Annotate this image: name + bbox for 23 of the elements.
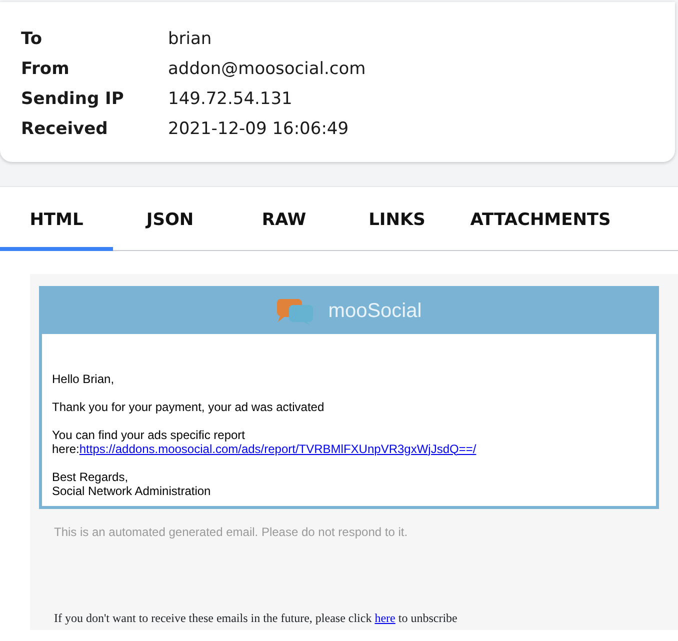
tab[interactable]: JSON	[113, 198, 227, 250]
greeting-text: Hello Brian,	[52, 372, 116, 386]
report-link[interactable]: https://addons.moosocial.com/ads/report/TVRBMlFXUnpVR3gxWjJsdQ==/	[79, 442, 476, 456]
closing-text: Best Regards, Social Network Administration	[52, 470, 212, 498]
unsubscribe-text: If you don't want to receive these emails in the future, please click here to unbscribe	[54, 610, 458, 626]
field-value: brian	[168, 28, 212, 51]
tab[interactable]: LINKS	[341, 198, 453, 250]
field-label: Sending IP	[21, 88, 125, 111]
unsubscribe-link[interactable]: here	[374, 610, 396, 624]
field-value: 2021-12-09 16:06:49	[168, 118, 349, 141]
field-label: Received	[21, 118, 109, 141]
chat-bubbles-icon	[276, 297, 314, 325]
tab[interactable]: RAW	[227, 198, 341, 250]
tab[interactable]: ATTACHMENTS	[453, 198, 628, 250]
tab[interactable]: HTML	[0, 198, 113, 250]
field-value: 149.72.54.131	[168, 88, 292, 111]
field-value: addon@moosocial.com	[168, 58, 366, 81]
message-text: Thank you for your payment, your ad was activated	[52, 400, 326, 414]
field-label: To	[21, 28, 44, 51]
brand-name: mooSocial	[328, 299, 422, 324]
report-text: You can find your ads specific report here:https://addons.moosocial.com/ads/report/TVRBMlFXUnpVR3gxWjJsdQ==/	[52, 428, 478, 456]
field-label: From	[21, 58, 70, 81]
notice-text: This is an automated generated email. Please do not respond to it.	[54, 524, 409, 540]
